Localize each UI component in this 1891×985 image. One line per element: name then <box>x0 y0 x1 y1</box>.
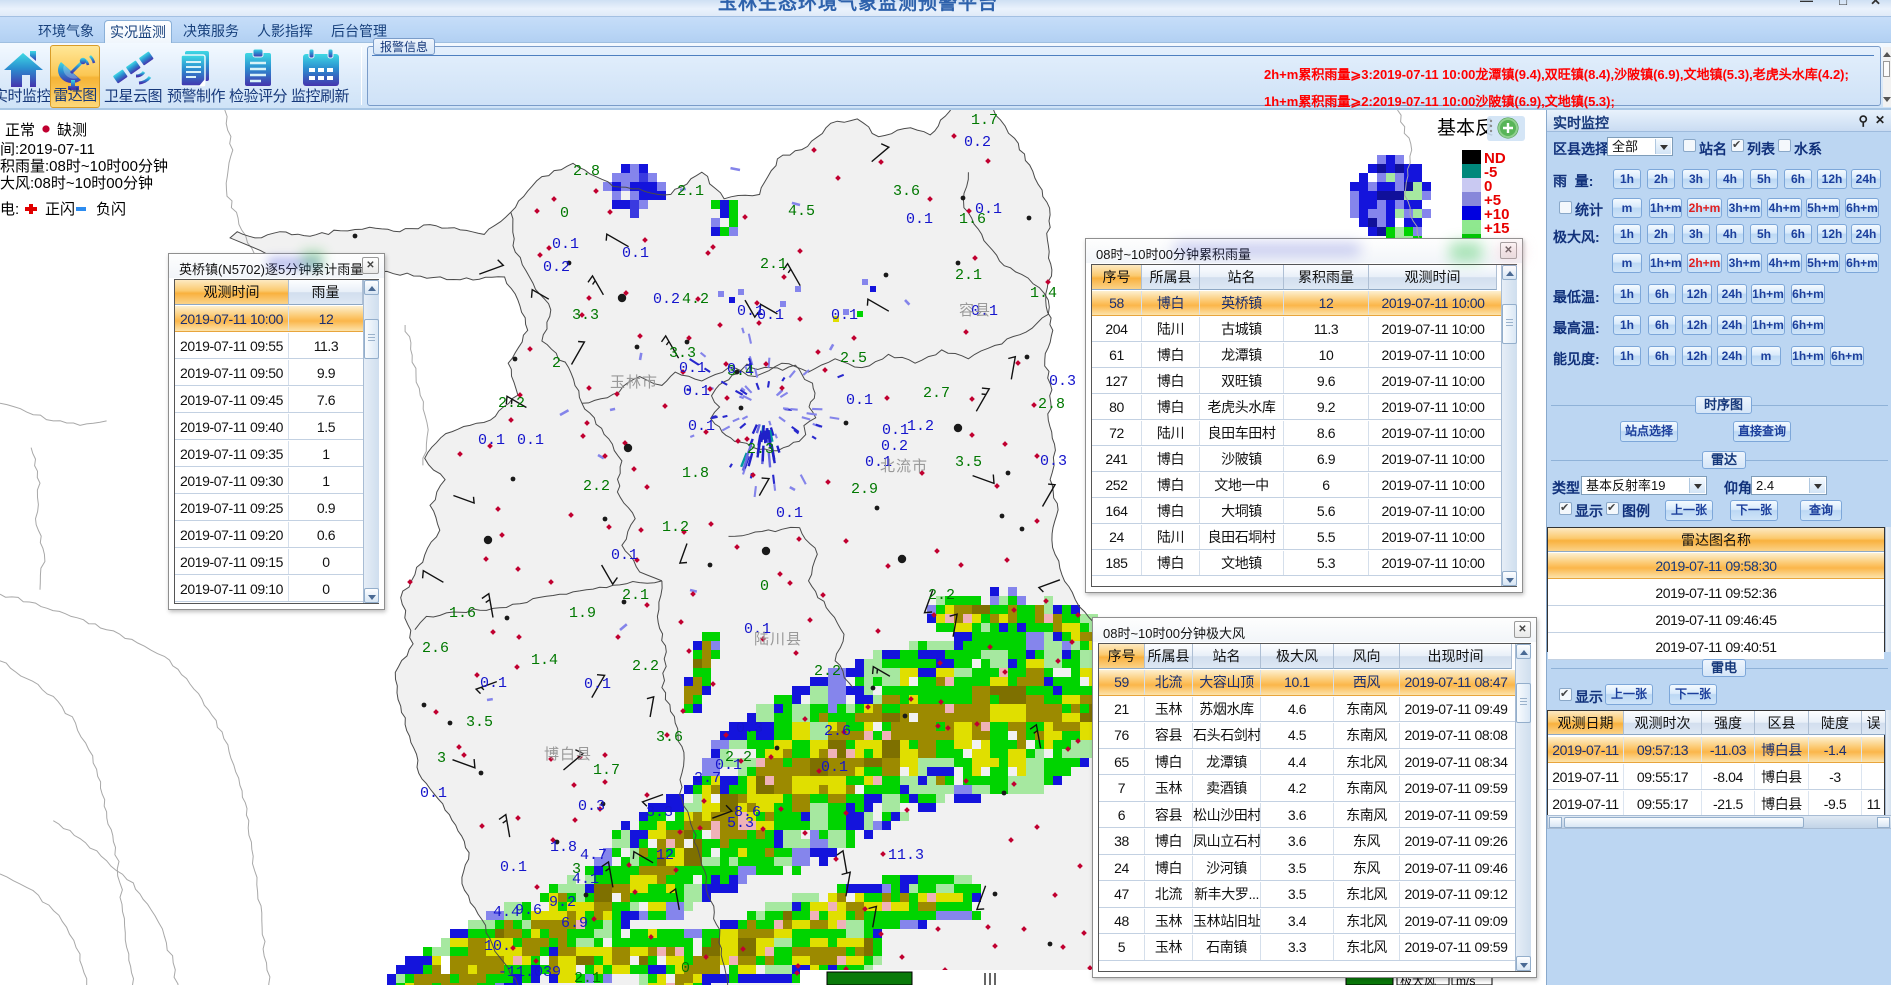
svg-text:大风:08时~10时00分钟: 大风:08时~10时00分钟 <box>0 175 153 192</box>
svg-text:0.1: 0.1 <box>584 676 611 693</box>
svg-text:积雨量:08时~10时00分钟: 积雨量:08时~10时00分钟 <box>0 158 168 175</box>
svg-text:4.1: 4.1 <box>572 871 599 888</box>
svg-text:1.4: 1.4 <box>531 652 558 669</box>
svg-text:0.1: 0.1 <box>480 675 507 692</box>
svg-text:2.2: 2.2 <box>632 658 659 675</box>
svg-text:1.2: 1.2 <box>662 519 689 536</box>
svg-text:0.1: 0.1 <box>420 785 447 802</box>
svg-text:2.1: 2.1 <box>622 587 649 604</box>
svg-text:1.9: 1.9 <box>569 605 596 622</box>
svg-text:-11.039: -11.039 <box>498 964 561 981</box>
svg-text:0.1: 0.1 <box>821 759 848 776</box>
svg-text:3.6: 3.6 <box>893 183 920 200</box>
svg-text:2.2: 2.2 <box>583 478 610 495</box>
svg-text:0.1: 0.1 <box>478 432 505 449</box>
svg-text:0.1: 0.1 <box>906 211 933 228</box>
svg-text:北流市: 北流市 <box>880 458 928 475</box>
svg-text:2.1: 2.1 <box>677 183 704 200</box>
svg-text:11.3: 11.3 <box>888 847 924 864</box>
svg-text:0.2: 0.2 <box>881 438 908 455</box>
svg-text:容县: 容县 <box>959 302 991 319</box>
svg-text:9.6: 9.6 <box>515 902 542 919</box>
svg-text:0.2: 0.2 <box>964 134 991 151</box>
svg-text:负闪: 负闪 <box>96 201 126 218</box>
svg-text:0.1: 0.1 <box>679 360 706 377</box>
svg-text:0.2: 0.2 <box>653 291 680 308</box>
svg-text:正闪: 正闪 <box>45 201 75 218</box>
svg-text:9.2: 9.2 <box>549 894 576 911</box>
svg-text:6.9: 6.9 <box>561 915 588 932</box>
svg-text:3.3: 3.3 <box>646 804 673 821</box>
svg-text:1.6: 1.6 <box>449 605 476 622</box>
svg-text:0.1: 0.1 <box>975 201 1002 218</box>
svg-text:0.1: 0.1 <box>611 547 638 564</box>
svg-text:2.6: 2.6 <box>422 640 449 657</box>
svg-text:4.5: 4.5 <box>788 203 815 220</box>
svg-text:陆川县: 陆川县 <box>754 631 802 648</box>
svg-text:2.1: 2.1 <box>760 256 787 273</box>
svg-text:3: 3 <box>437 750 446 767</box>
svg-text:1.4: 1.4 <box>1030 285 1057 302</box>
svg-text:2.2: 2.2 <box>928 587 955 604</box>
svg-text:玉林市: 玉林市 <box>610 374 658 391</box>
svg-text:2.6: 2.6 <box>824 723 851 740</box>
svg-text:3.5: 3.5 <box>955 454 982 471</box>
svg-text:2.7: 2.7 <box>923 385 950 402</box>
svg-text:3.5: 3.5 <box>466 714 493 731</box>
svg-text:0.1: 0.1 <box>688 418 715 435</box>
svg-text:1.7: 1.7 <box>971 112 998 129</box>
svg-text:0.1: 0.1 <box>846 392 873 409</box>
svg-text:0: 0 <box>760 578 769 595</box>
svg-text:0.3: 0.3 <box>1040 453 1067 470</box>
svg-text:3.7: 3.7 <box>694 770 721 787</box>
svg-text:0.3: 0.3 <box>736 720 763 737</box>
svg-text:0.1: 0.1 <box>776 505 803 522</box>
svg-text:1.7: 1.7 <box>593 762 620 779</box>
svg-text:2.5: 2.5 <box>840 350 867 367</box>
svg-text:0: 0 <box>681 960 690 977</box>
svg-text:电:: 电: <box>0 201 19 218</box>
svg-text:4.2: 4.2 <box>682 291 709 308</box>
svg-text:2.8: 2.8 <box>1038 396 1065 413</box>
svg-text:2: 2 <box>552 355 561 372</box>
svg-text:12: 12 <box>656 847 674 864</box>
svg-text:0.3: 0.3 <box>1049 373 1076 390</box>
svg-text:0.3: 0.3 <box>578 798 605 815</box>
svg-text:1.8: 1.8 <box>682 465 709 482</box>
svg-text:4.7: 4.7 <box>580 847 607 864</box>
svg-text:0.1: 0.1 <box>757 307 784 324</box>
svg-text:1.8: 1.8 <box>550 839 577 856</box>
svg-text:0.1: 0.1 <box>552 236 579 253</box>
svg-text:0.1: 0.1 <box>622 245 649 262</box>
svg-text:2.9: 2.9 <box>851 481 878 498</box>
svg-text:缺测: 缺测 <box>57 122 87 139</box>
svg-text:+15: +15 <box>1484 220 1509 237</box>
svg-text:0.1: 0.1 <box>683 383 710 400</box>
svg-text:1.2: 1.2 <box>907 418 934 435</box>
svg-text:10.: 10. <box>484 938 511 955</box>
svg-text:0.1: 0.1 <box>727 361 754 378</box>
svg-text:2.1: 2.1 <box>955 267 982 284</box>
svg-text:2.2: 2.2 <box>814 663 841 680</box>
svg-text:0: 0 <box>560 205 569 222</box>
svg-text:0.1: 0.1 <box>517 432 544 449</box>
svg-text:正常: 正常 <box>5 122 35 139</box>
svg-text:2.1: 2.1 <box>574 970 601 985</box>
svg-text:0.1: 0.1 <box>500 859 527 876</box>
svg-text:3.6: 3.6 <box>656 729 683 746</box>
svg-text:2.2: 2.2 <box>498 395 525 412</box>
svg-text:基本反: 基本反 <box>1437 117 1494 139</box>
svg-text:间:2019-07-11: 间:2019-07-11 <box>0 141 95 158</box>
svg-text:博白县: 博白县 <box>544 746 592 763</box>
svg-text:8.6: 8.6 <box>734 804 761 821</box>
svg-text:2.3: 2.3 <box>747 441 774 458</box>
svg-text:3.3: 3.3 <box>572 307 599 324</box>
svg-text:0.1: 0.1 <box>831 307 858 324</box>
svg-text:0.2: 0.2 <box>543 259 570 276</box>
svg-text:0.1: 0.1 <box>882 422 909 439</box>
svg-text:2.8: 2.8 <box>573 163 600 180</box>
